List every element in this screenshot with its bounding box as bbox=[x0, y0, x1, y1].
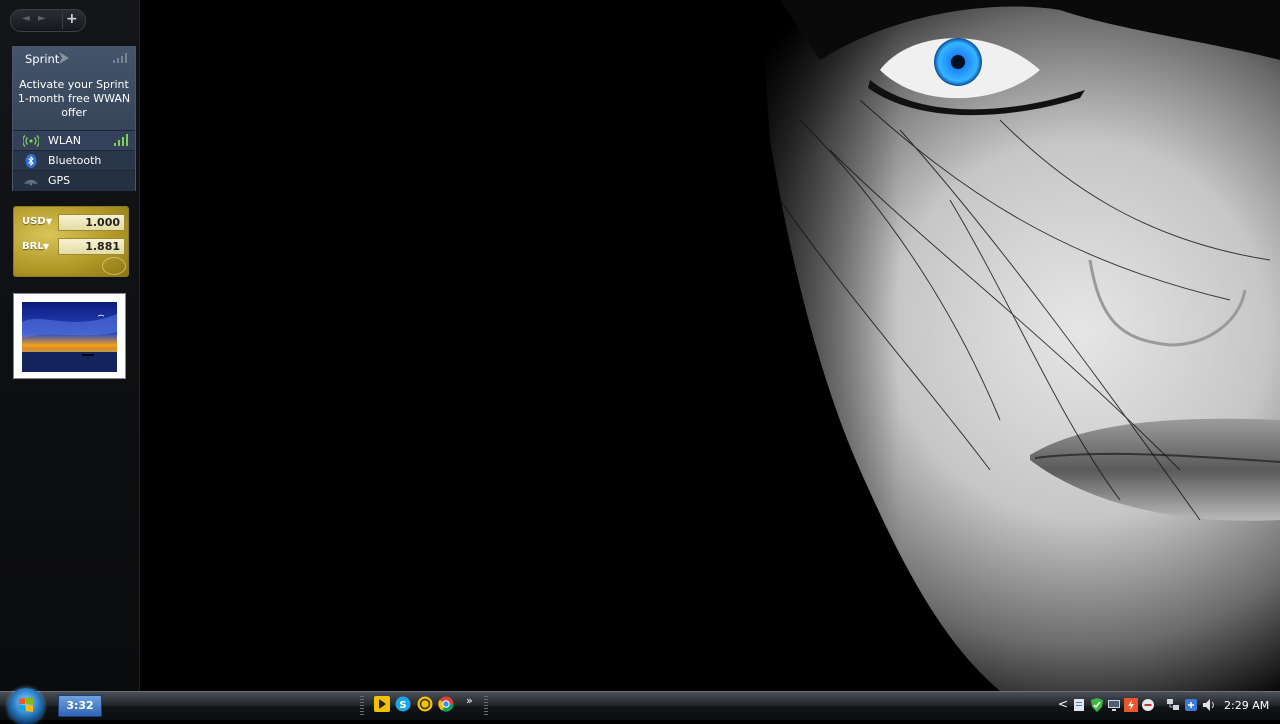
wlan-row[interactable]: WLAN bbox=[13, 130, 135, 151]
network-icon[interactable] bbox=[1166, 698, 1180, 712]
wlan-label: WLAN bbox=[48, 134, 82, 147]
quick-launch-more-button[interactable]: » bbox=[466, 694, 473, 707]
nav-separator bbox=[62, 12, 63, 29]
connect-icon[interactable] bbox=[1184, 698, 1198, 712]
norton-icon[interactable] bbox=[417, 696, 433, 712]
bluetooth-icon bbox=[25, 154, 37, 168]
quick-launch-grip[interactable] bbox=[360, 696, 364, 716]
gps-row[interactable]: GPS bbox=[13, 170, 135, 191]
windows-logo-icon bbox=[19, 698, 33, 712]
sprint-title: Sprint bbox=[25, 52, 60, 66]
taskbar-button[interactable]: 3:32 bbox=[58, 695, 102, 717]
wlan-signal-icon bbox=[114, 134, 128, 146]
to-currency-value[interactable]: 1.881 bbox=[58, 238, 125, 255]
skype-icon[interactable]: S bbox=[395, 696, 411, 712]
from-currency-code[interactable]: USD bbox=[22, 216, 46, 227]
sprint-gadget[interactable]: Sprint Activate your Sprint 1-month free… bbox=[12, 46, 136, 191]
coin-icon bbox=[102, 257, 126, 275]
shield-icon[interactable] bbox=[1090, 698, 1104, 712]
media-player-icon[interactable] bbox=[374, 696, 390, 712]
signal-bars-icon bbox=[113, 53, 127, 63]
add-gadget-button[interactable]: + bbox=[66, 11, 78, 27]
show-hidden-icons-button[interactable]: < bbox=[1058, 697, 1068, 711]
monitor-icon[interactable] bbox=[1107, 698, 1121, 712]
chrome-icon[interactable] bbox=[438, 696, 454, 712]
from-currency-dropdown-icon[interactable]: ▼ bbox=[46, 217, 52, 226]
sprint-logo-icon bbox=[59, 52, 69, 64]
desktop[interactable]: ◄ ► + Sprint Activate your Sprint 1-mont… bbox=[0, 0, 1280, 691]
from-currency-value[interactable]: 1.000 bbox=[58, 214, 125, 231]
volume-icon[interactable] bbox=[1202, 698, 1216, 712]
to-currency-dropdown-icon[interactable]: ▼ bbox=[43, 242, 49, 251]
sprint-offer-message[interactable]: Activate your Sprint 1-month free WWAN o… bbox=[16, 78, 132, 120]
wallpaper-face-image bbox=[0, 0, 1280, 691]
sidebar-navigation: ◄ ► + bbox=[10, 9, 86, 32]
bluetooth-row[interactable]: Bluetooth bbox=[13, 150, 135, 171]
flash-icon[interactable] bbox=[1124, 698, 1138, 712]
slideshow-gadget[interactable] bbox=[13, 293, 126, 379]
svg-text:S: S bbox=[399, 700, 406, 711]
windows-sidebar: ◄ ► + Sprint Activate your Sprint 1-mont… bbox=[0, 0, 140, 691]
wifi-icon bbox=[23, 135, 39, 147]
sprint-header: Sprint bbox=[13, 47, 135, 71]
next-page-button[interactable]: ► bbox=[38, 13, 46, 24]
bluetooth-label: Bluetooth bbox=[48, 154, 102, 167]
gps-label: GPS bbox=[48, 174, 71, 187]
gps-icon bbox=[24, 180, 38, 186]
currency-converter-gadget[interactable]: USD ▼ 1.000 BRL ▼ 1.881 bbox=[13, 206, 129, 277]
system-clock[interactable]: 2:29 AM bbox=[1224, 699, 1269, 712]
to-currency-code[interactable]: BRL bbox=[22, 241, 44, 252]
taskbar-grip[interactable] bbox=[484, 696, 488, 716]
taskbar: 3:32 S » < 2:29 AM bbox=[0, 688, 1280, 724]
sunset-sea-photo bbox=[22, 302, 117, 372]
document-icon[interactable] bbox=[1072, 698, 1086, 712]
previous-page-button[interactable]: ◄ bbox=[22, 13, 30, 24]
minus-icon[interactable] bbox=[1141, 698, 1155, 712]
